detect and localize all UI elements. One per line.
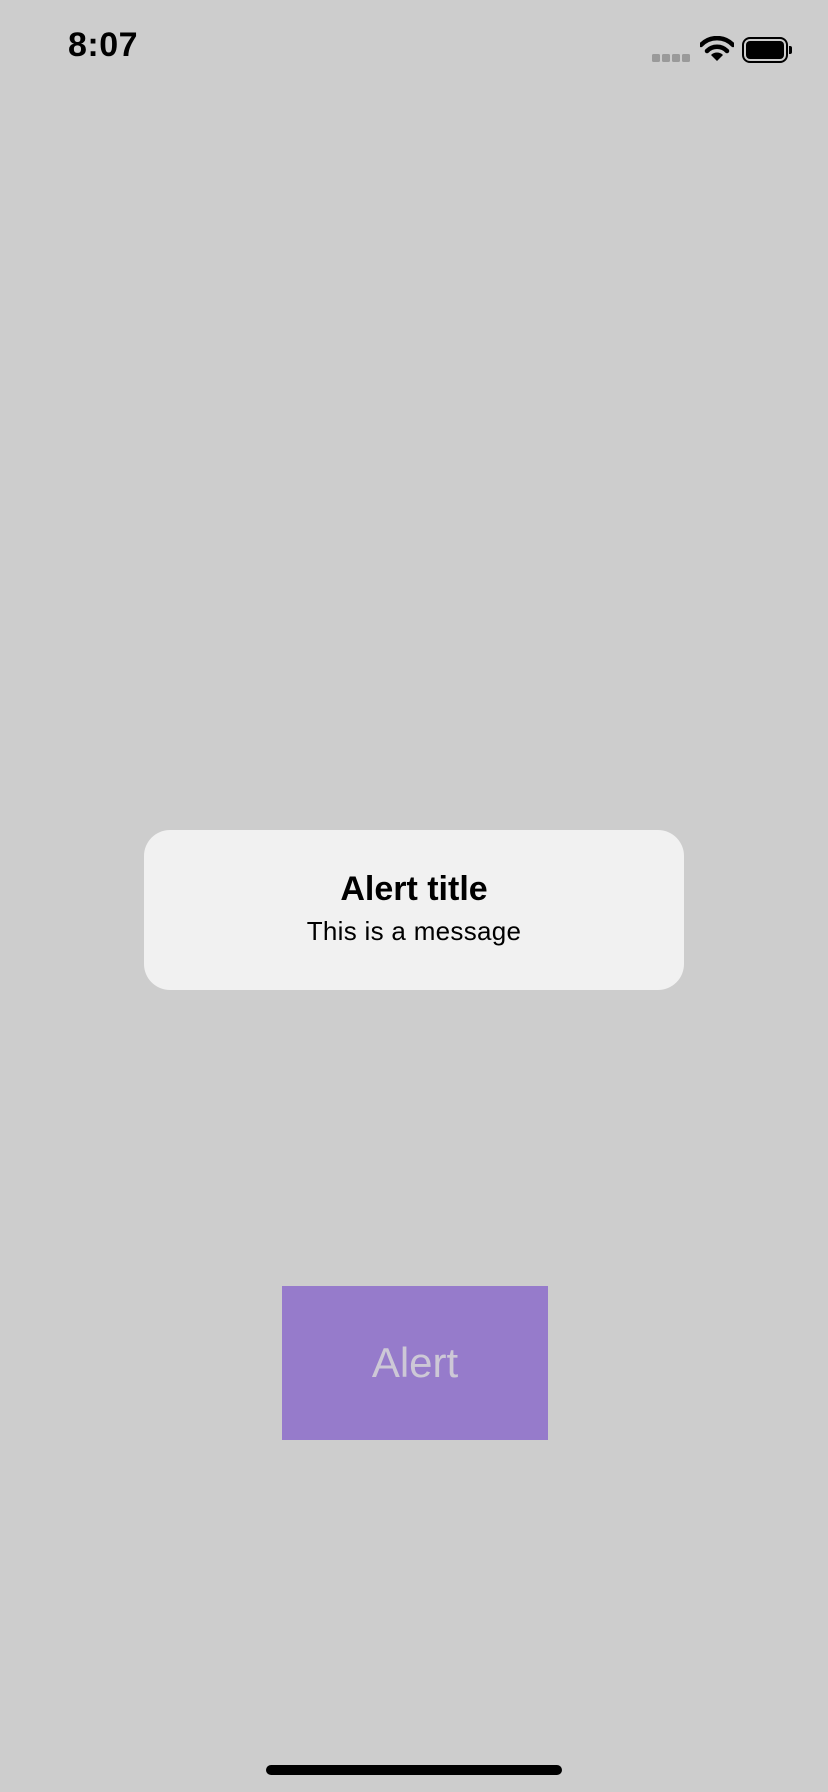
battery-icon <box>742 37 792 63</box>
alert-button[interactable]: Alert <box>282 1286 548 1440</box>
status-bar: 8:07 <box>0 0 828 100</box>
alert-dialog: Alert title This is a message <box>144 830 684 990</box>
alert-title: Alert title <box>340 870 488 908</box>
cellular-signal-icon <box>652 54 690 62</box>
home-indicator[interactable] <box>266 1765 562 1775</box>
alert-message: This is a message <box>306 916 522 946</box>
wifi-icon <box>700 36 734 61</box>
status-time: 8:07 <box>68 26 139 64</box>
